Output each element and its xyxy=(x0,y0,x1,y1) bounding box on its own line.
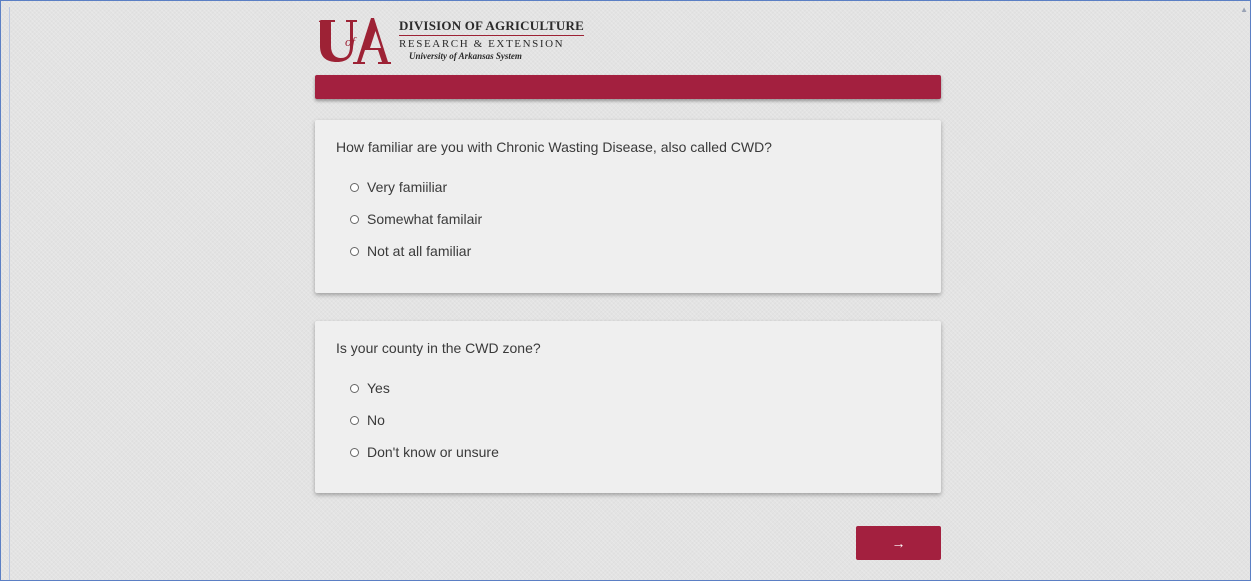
logo-division-text: DIVISION OF AGRICULTURE xyxy=(399,18,584,36)
radio-option-unsure[interactable]: Don't know or unsure xyxy=(350,444,499,460)
radio-option-very-familiar[interactable]: Very famiiliar xyxy=(350,179,447,195)
option-label: No xyxy=(367,412,385,428)
option-label: Very famiiliar xyxy=(367,179,448,195)
option-label: Somewhat familair xyxy=(367,211,483,227)
radio-button[interactable] xyxy=(350,246,359,256)
header-banner xyxy=(315,75,941,99)
scroll-up-icon[interactable]: ▲ xyxy=(1240,5,1248,14)
radio-button[interactable] xyxy=(350,383,359,393)
logo-of-letters: of xyxy=(345,34,358,49)
radio-option-yes[interactable]: Yes xyxy=(350,380,390,396)
radio-option-no[interactable]: No xyxy=(350,412,385,428)
arrow-right-icon: → xyxy=(891,535,906,551)
option-label: Yes xyxy=(367,380,390,396)
next-button[interactable]: → xyxy=(856,526,941,560)
radio-button[interactable] xyxy=(350,415,359,425)
uofa-logo: of DIVISION OF AGRICULTURE RESEARCH & EX… xyxy=(319,16,619,66)
survey-page: ▲ of DIVISION OF AGRICULTURE RESEARCH & … xyxy=(0,0,1251,581)
question-text: How familiar are you with Chronic Wastin… xyxy=(336,139,772,155)
radio-button[interactable] xyxy=(350,447,359,457)
radio-button[interactable] xyxy=(350,182,359,192)
logo-research-text: RESEARCH & EXTENSION xyxy=(399,38,565,50)
radio-option-somewhat-familiar[interactable]: Somewhat familair xyxy=(350,211,482,227)
question-text: Is your county in the CWD zone? xyxy=(336,340,541,356)
question-card-cwd-zone: Is your county in the CWD zone? Yes No D… xyxy=(315,321,941,493)
logo-system-text: University of Arkansas System xyxy=(409,51,522,61)
uofa-logo-mark: of xyxy=(319,18,391,64)
logo-wordmark: DIVISION OF AGRICULTURE RESEARCH & EXTEN… xyxy=(399,18,584,61)
frame-edge xyxy=(9,7,10,580)
radio-button[interactable] xyxy=(350,214,359,224)
radio-option-not-familiar[interactable]: Not at all familiar xyxy=(350,243,471,259)
question-card-familiarity: How familiar are you with Chronic Wastin… xyxy=(315,120,941,293)
option-label: Not at all familiar xyxy=(367,243,472,259)
option-label: Don't know or unsure xyxy=(367,444,499,460)
